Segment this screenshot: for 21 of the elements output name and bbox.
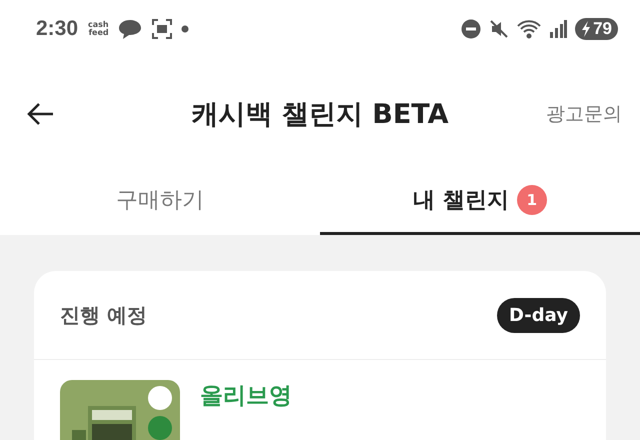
do-not-disturb-icon [461, 19, 482, 40]
page-title: 캐시백 챌린지 BETA [190, 98, 450, 132]
dot-icon [180, 25, 189, 34]
tab[interactable]: 구매하기 [0, 168, 320, 235]
status-time: 2:30 [36, 17, 78, 42]
chat-bubble-icon [116, 18, 143, 40]
brand-name: 올리브영 [200, 382, 292, 411]
d-day-tag: D-day [497, 298, 580, 332]
mute-icon [489, 19, 510, 40]
tab-label[interactable]: 구매하기 [116, 185, 204, 216]
wifi-icon [517, 19, 542, 40]
app-logo: cash feed [88, 21, 109, 38]
count-badge: 1 [516, 185, 547, 216]
section-title: 진행 예정 [60, 302, 147, 328]
back-arrow-icon[interactable] [26, 102, 54, 126]
battery-indicator: 79 [575, 18, 618, 40]
tab-label[interactable]: 내 챌린지 [413, 185, 509, 216]
charging-bolt-icon [581, 21, 592, 38]
signal-icon [549, 20, 568, 38]
screenshot-icon [150, 18, 173, 40]
ad-inquiry-link[interactable]: 광고문의 [546, 100, 622, 127]
